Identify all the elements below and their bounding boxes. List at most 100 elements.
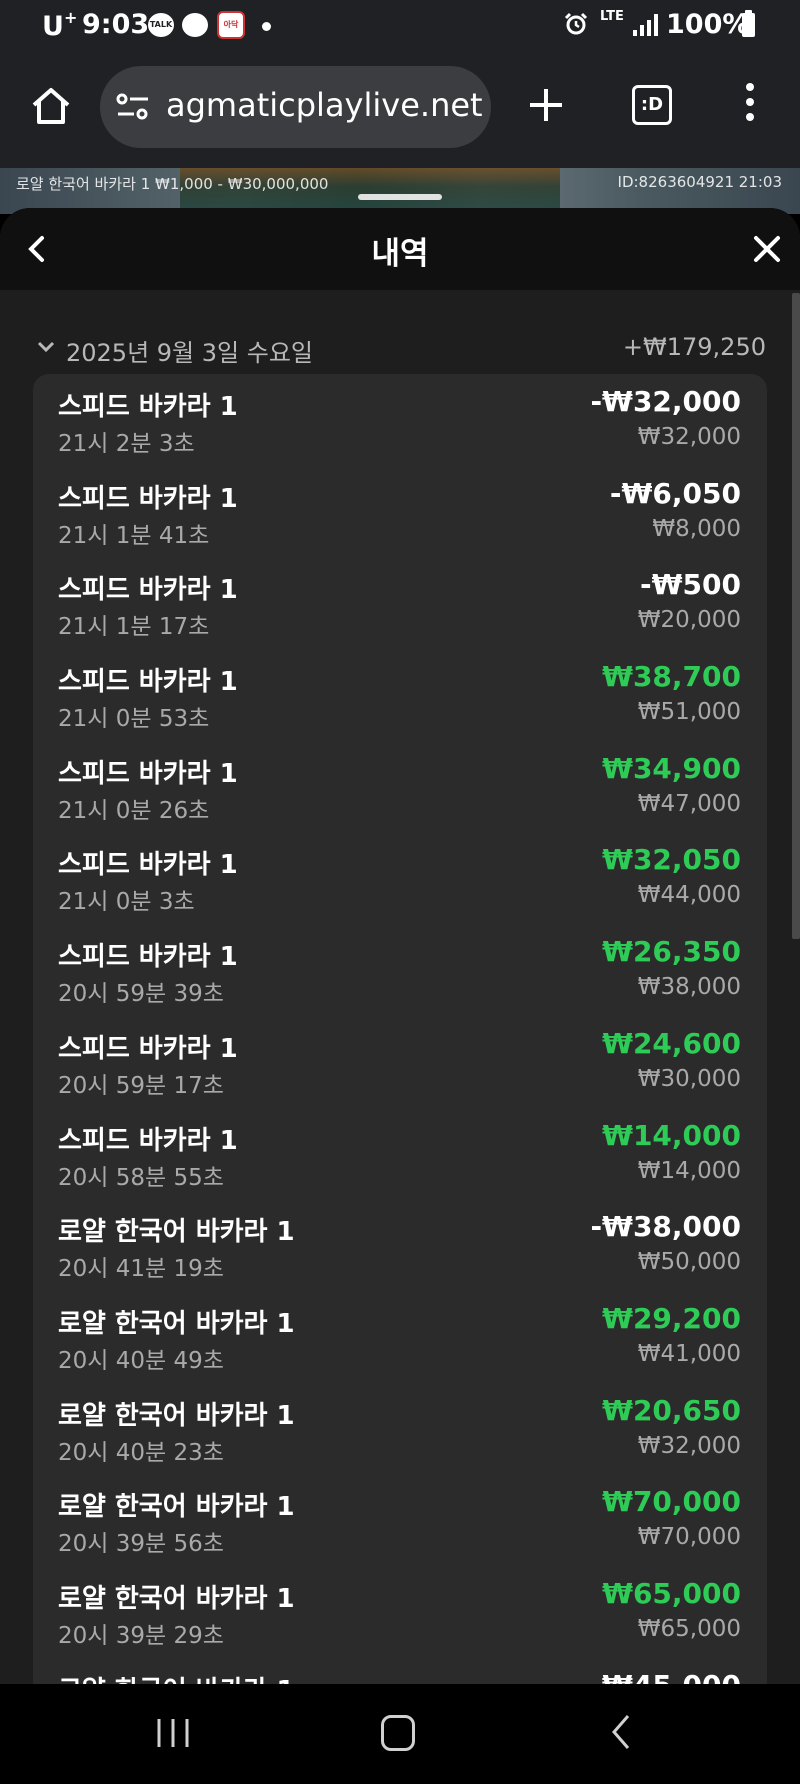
game-name: 스피드 바카라 1: [58, 942, 238, 973]
chat-notification-icon: [182, 13, 208, 37]
bet-amount: ₩32,000: [637, 1432, 741, 1459]
result-amount: ₩24,600: [602, 1026, 741, 1060]
bet-time: 21시 2분 3초: [58, 431, 195, 457]
bet-amount: ₩51,000: [637, 699, 741, 726]
home-nav-button[interactable]: [381, 1715, 415, 1751]
bet-time: 21시 1분 17초: [58, 614, 210, 641]
bet-amount: ₩50,000: [637, 1249, 741, 1276]
game-name: 로얄 한국어 바카라 1: [58, 1217, 295, 1248]
round-id-info: ID:8263604921 21:03: [617, 173, 782, 191]
result-amount: ₩38,700: [602, 660, 741, 694]
result-amount: ₩29,200: [602, 1301, 741, 1335]
game-name: 스피드 바카라 1: [58, 1033, 238, 1064]
bet-amount: ₩70,000: [637, 1524, 741, 1551]
history-list-item[interactable]: 로얄 한국어 바카라 1 -₩45,000: [33, 1658, 767, 1684]
bet-amount: ₩47,000: [637, 790, 741, 817]
result-amount: ₩70,000: [602, 1485, 741, 1519]
bet-amount: ₩8,000: [652, 515, 741, 542]
url-text: agmaticplaylive.net: [166, 86, 483, 124]
result-amount: ₩65,000: [602, 1576, 741, 1610]
history-list-item[interactable]: 스피드 바카라 1 21시 0분 3초 ₩32,050 ₩44,000: [33, 832, 767, 924]
panel-header: 내역: [0, 208, 800, 290]
history-list-item[interactable]: 스피드 바카라 1 21시 0분 53초 ₩38,700 ₩51,000: [33, 649, 767, 741]
result-amount: ₩26,350: [602, 935, 741, 969]
history-list-item[interactable]: 스피드 바카라 1 20시 59분 39초 ₩26,350 ₩38,000: [33, 924, 767, 1016]
chevron-down-icon: [37, 341, 55, 353]
date-label: 2025년 9월 3일 수요일: [66, 339, 313, 367]
scrollbar[interactable]: [792, 293, 800, 939]
signal-strength-icon: [633, 14, 658, 36]
history-panel: 내역 2025년 9월 3일 수요일 +₩179,250 스피드 바카라 1 21…: [0, 208, 800, 1684]
history-list-item[interactable]: 스피드 바카라 1 21시 2분 3초 -₩32,000 ₩32,000: [33, 374, 767, 466]
battery-icon: [742, 10, 755, 37]
game-name: 스피드 바카라 1: [58, 667, 238, 698]
kakaotalk-notification-icon: TALK: [148, 13, 174, 37]
result-amount: -₩6,050: [609, 476, 741, 510]
date-group-header[interactable]: 2025년 9월 3일 수요일 +₩179,250: [0, 330, 800, 370]
address-bar[interactable]: agmaticplaylive.net: [100, 66, 491, 148]
game-name: 로얄 한국어 바카라 1: [58, 1400, 295, 1431]
tab-switcher-button[interactable]: :D: [632, 85, 672, 125]
result-amount: -₩500: [640, 568, 741, 602]
result-amount: ₩20,650: [602, 1393, 741, 1427]
bet-time: 20시 40분 23초: [58, 1439, 224, 1466]
result-amount: ₩32,050: [602, 843, 741, 877]
more-menu-button[interactable]: [744, 83, 756, 127]
app-notification-icon: 아닥: [217, 11, 245, 39]
navigation-bar: [0, 1684, 800, 1784]
home-button[interactable]: [30, 85, 72, 127]
back-nav-button[interactable]: [608, 1712, 634, 1752]
history-list-item[interactable]: 로얄 한국어 바카라 1 20시 39분 29초 ₩65,000 ₩65,000: [33, 1566, 767, 1658]
result-amount: -₩32,000: [590, 385, 741, 418]
battery-percent: 100%: [666, 9, 750, 40]
history-list-item[interactable]: 스피드 바카라 1 20시 59분 17초 ₩24,600 ₩30,000: [33, 1016, 767, 1108]
game-name: 로얄 한국어 바카라 1: [58, 1583, 295, 1614]
bet-amount: ₩44,000: [637, 882, 741, 909]
close-button[interactable]: [750, 232, 784, 266]
bet-amount: ₩20,000: [637, 607, 741, 634]
game-name: 스피드 바카라 1: [58, 758, 238, 789]
game-name: 스피드 바카라 1: [58, 575, 238, 606]
bet-time: 20시 59분 17초: [58, 1072, 224, 1099]
result-amount: ₩34,900: [602, 751, 741, 785]
bet-time: 20시 58분 55초: [58, 1164, 224, 1191]
clock: 9:03: [82, 9, 150, 40]
bet-amount: ₩38,000: [637, 974, 741, 1001]
browser-toolbar: agmaticplaylive.net :D: [0, 52, 800, 168]
carrier-label: U+: [42, 8, 78, 42]
history-list-item[interactable]: 스피드 바카라 1 20시 58분 55초 ₩14,000 ₩14,000: [33, 1108, 767, 1200]
bet-amount: ₩14,000: [637, 1157, 741, 1184]
game-name: 로얄 한국어 바카라 1: [58, 1308, 295, 1339]
site-settings-icon[interactable]: [116, 93, 150, 121]
recent-apps-button[interactable]: [153, 1716, 193, 1750]
bet-time: 20시 41분 19초: [58, 1256, 224, 1283]
history-list-item[interactable]: 로얄 한국어 바카라 1 20시 40분 23초 ₩20,650 ₩32,000: [33, 1383, 767, 1475]
game-name: 로얄 한국어 바카라 1: [58, 1670, 295, 1684]
bet-amount: ₩65,000: [637, 1615, 741, 1642]
bet-amount: ₩30,000: [637, 1065, 741, 1092]
bet-time: 21시 0분 26초: [58, 797, 210, 824]
panel-title: 내역: [371, 236, 429, 272]
bet-amount: ₩41,000: [637, 1340, 741, 1367]
game-name: 스피드 바카라 1: [58, 392, 238, 422]
history-list: 스피드 바카라 1 21시 2분 3초 -₩32,000 ₩32,000 스피드 바카라…: [33, 374, 767, 1684]
history-list-item[interactable]: 로얄 한국어 바카라 1 20시 41분 19초 -₩38,000 ₩50,000: [33, 1199, 767, 1291]
history-list-item[interactable]: 스피드 바카라 1 21시 1분 17초 -₩500 ₩20,000: [33, 557, 767, 649]
bet-time: 20시 39분 29초: [58, 1622, 224, 1649]
day-total: +₩179,250: [622, 333, 766, 361]
history-list-item[interactable]: 로얄 한국어 바카라 1 20시 40분 49초 ₩29,200 ₩41,000: [33, 1291, 767, 1383]
drag-handle[interactable]: [358, 194, 442, 200]
history-list-item[interactable]: 스피드 바카라 1 21시 1분 41초 -₩6,050 ₩8,000: [33, 466, 767, 558]
game-name: 스피드 바카라 1: [58, 483, 238, 514]
new-tab-button[interactable]: [526, 85, 566, 125]
more-notifications-dot-icon: [262, 22, 271, 31]
bet-time: 20시 59분 39초: [58, 981, 224, 1008]
bet-time: 20시 40분 49초: [58, 1347, 224, 1374]
bet-time: 21시 0분 3초: [58, 889, 195, 916]
history-list-item[interactable]: 스피드 바카라 1 21시 0분 26초 ₩34,900 ₩47,000: [33, 741, 767, 833]
bet-time: 21시 0분 53초: [58, 706, 210, 733]
status-bar: U+ 9:03 TALK 아닥 LTE 100%: [0, 0, 800, 52]
result-amount: -₩38,000: [590, 1210, 741, 1244]
history-list-item[interactable]: 로얄 한국어 바카라 1 20시 39분 56초 ₩70,000 ₩70,000: [33, 1474, 767, 1566]
result-amount: -₩45,000: [590, 1669, 741, 1684]
